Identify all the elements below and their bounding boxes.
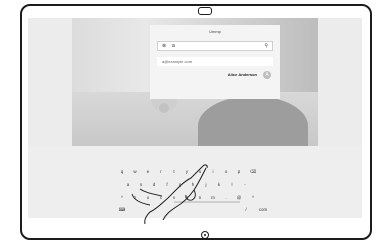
hand-illustration <box>131 164 208 225</box>
